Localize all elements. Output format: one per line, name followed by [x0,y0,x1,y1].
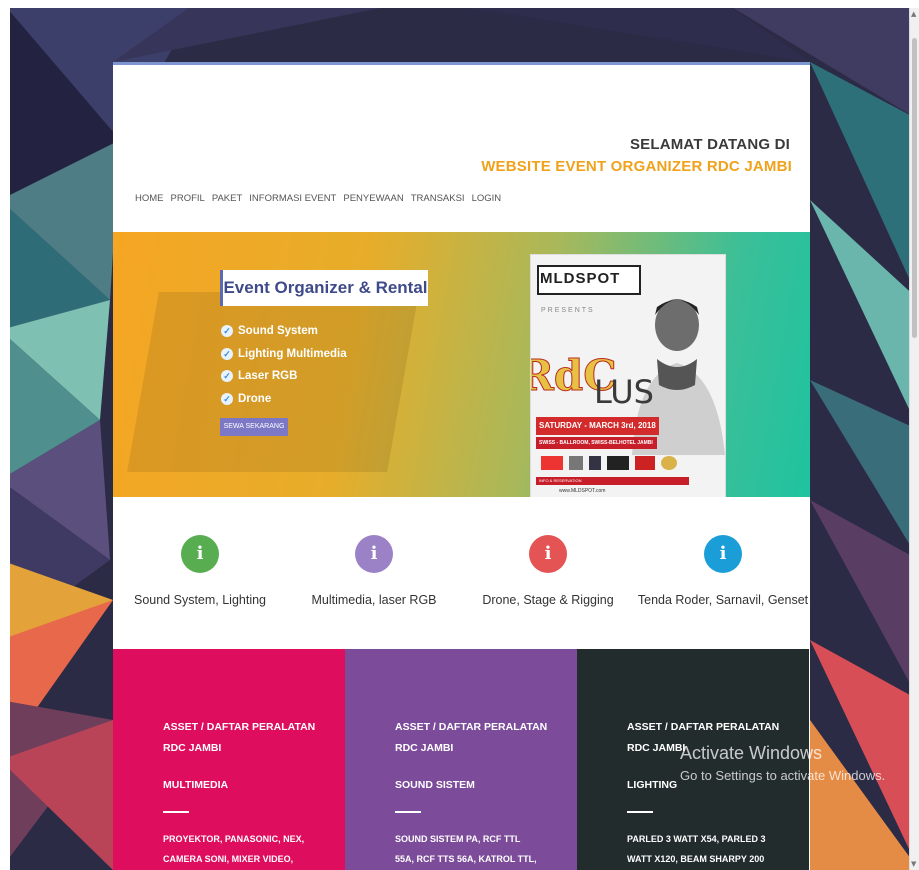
nav-profil[interactable]: PROFIL [171,193,205,204]
asset-items-line: 55A, RCF TTS 56A, KATROL TTL, [395,854,537,864]
poster-sponsor-logos [541,453,716,473]
asset-items: PARLED 3 WATT X54, PARLED 3 WATT X120, BE… [627,829,777,869]
poster-logo-lus: LUS [594,373,654,411]
poster-brand: MLDSPOT [540,270,621,287]
page-top-border [113,62,810,65]
poster-presents: PRESENTS [541,307,595,314]
info-icon: i [529,535,567,573]
nav-penyewaan[interactable]: PENYEWAAN [343,193,403,204]
poster-venue: SWISS - BALLROOM, SWISS-BELHOTEL JAMBI [536,437,657,449]
asset-items-line: SOUND SISTEM PA, RCF TTL [395,834,521,844]
service-label: Sound System, Lighting [133,593,267,607]
asset-category: SOUND SISTEM [395,779,475,791]
poster-date: SATURDAY - MARCH 3rd, 2018 [536,417,659,435]
check-icon: ✓ [221,370,233,383]
nav-home[interactable]: HOME [135,193,164,204]
sponsor-logo [661,456,677,470]
info-icon: i [704,535,742,573]
asset-heading: ASSET / DAFTAR PERALATAN RDC JAMBI [163,717,323,759]
asset-heading-line: ASSET / DAFTAR PERALATAN [163,721,316,733]
sponsor-logo [607,456,629,470]
asset-items: PROYEKTOR, PANASONIC, NEX, CAMERA SONI, M… [163,829,313,869]
divider [395,811,421,813]
sponsor-logo [635,456,655,470]
service-label: Tenda Roder, Sarnavil, Genset [637,593,809,607]
info-icon: i [355,535,393,573]
event-poster[interactable]: MLDSPOT PRESENTS RdC LUS SATURDAY - MARC… [530,254,726,497]
feature-item: ✓ Laser RGB [221,365,347,388]
asset-items-line: CAMERA SONI, MIXER VIDEO, [163,854,294,864]
scroll-up-icon[interactable]: ▲ [911,10,916,18]
service-label: Drone, Stage & Rigging [482,593,614,607]
scrollbar-thumb[interactable] [912,38,917,338]
sponsor-logo [541,456,563,470]
feature-label: Sound System [238,325,318,338]
asset-column-sound: ASSET / DAFTAR PERALATAN RDC JAMBI SOUND … [345,649,577,870]
main-nav: HOME PROFIL PAKET INFORMASI EVENT PENYEW… [135,193,501,204]
divider [627,811,653,813]
sewa-sekarang-button[interactable]: SEWA SEKARANG [220,418,288,436]
asset-items-line: WATT X120, BEAM SHARPY 200 [627,854,765,864]
nav-transaksi[interactable]: TRANSAKSI [411,193,465,204]
sponsor-logo [569,456,583,470]
check-icon: ✓ [221,392,233,405]
scroll-down-icon[interactable]: ▼ [911,860,916,868]
activate-title: Activate Windows [680,743,823,763]
asset-category: MULTIMEDIA [163,779,229,791]
feature-item: ✓ Lighting Multimedia [221,343,347,366]
service-label: Multimedia, laser RGB [311,593,437,607]
asset-heading: ASSET / DAFTAR PERALATAN RDC JAMBI [395,717,555,759]
hero-title: Event Organizer & Rental [220,270,428,306]
service-drone-stage: i Drone, Stage & Rigging [461,497,635,607]
asset-heading-line: ASSET / DAFTAR PERALATAN [395,721,548,733]
nav-login[interactable]: LOGIN [472,193,502,204]
welcome-subtitle: WEBSITE EVENT ORGANIZER RDC JAMBI [481,158,792,175]
activate-windows-watermark: Activate Windows Go to Settings to activ… [680,743,885,783]
hero-feature-list: ✓ Sound System ✓ Lighting Multimedia ✓ Lase… [221,320,347,410]
vertical-scrollbar[interactable]: ▲ ▼ [909,8,919,870]
nav-paket[interactable]: PAKET [212,193,242,204]
asset-column-multimedia: ASSET / DAFTAR PERALATAN RDC JAMBI MULTIM… [113,649,345,870]
feature-label: Lighting Multimedia [238,347,347,360]
browser-left-edge [0,0,10,870]
asset-category: LIGHTING [627,779,678,791]
asset-heading-line: RDC JAMBI [163,742,222,754]
hero-banner: Event Organizer & Rental ✓ Sound System ✓… [113,232,810,497]
asset-items: SOUND SISTEM PA, RCF TTL 55A, RCF TTS 56A… [395,829,545,869]
feature-item: ✓ Drone [221,388,347,411]
nav-informasi-event[interactable]: INFORMASI EVENT [249,193,336,204]
asset-items-line: PARLED 3 WATT X54, PARLED 3 [627,834,766,844]
poster-url: www.MLDSPOT.com [559,488,606,494]
sponsor-logo [589,456,601,470]
service-multimedia-laser: i Multimedia, laser RGB [287,497,461,607]
activate-subtitle: Go to Settings to activate Windows. [680,768,886,783]
check-icon: ✓ [221,347,233,360]
feature-label: Laser RGB [238,370,298,383]
asset-heading-line: RDC JAMBI [395,742,454,754]
poster-info: INFO & RESERVATION [536,477,689,485]
divider [163,811,189,813]
service-sound-lighting: i Sound System, Lighting [113,497,287,607]
info-icon: i [181,535,219,573]
check-icon: ✓ [221,325,233,338]
feature-label: Drone [238,392,272,405]
service-tenda-genset: i Tenda Roder, Sarnavil, Genset [636,497,810,607]
welcome-title: SELAMAT DATANG DI [629,136,790,153]
services-section: i Sound System, Lighting i Multimedia, l… [113,497,810,649]
browser-top-edge [0,0,919,8]
asset-items-line: PROYEKTOR, PANASONIC, NEX, [163,834,305,844]
asset-heading-line: ASSET / DAFTAR PERALATAN [627,721,780,733]
feature-item: ✓ Sound System [221,320,347,343]
